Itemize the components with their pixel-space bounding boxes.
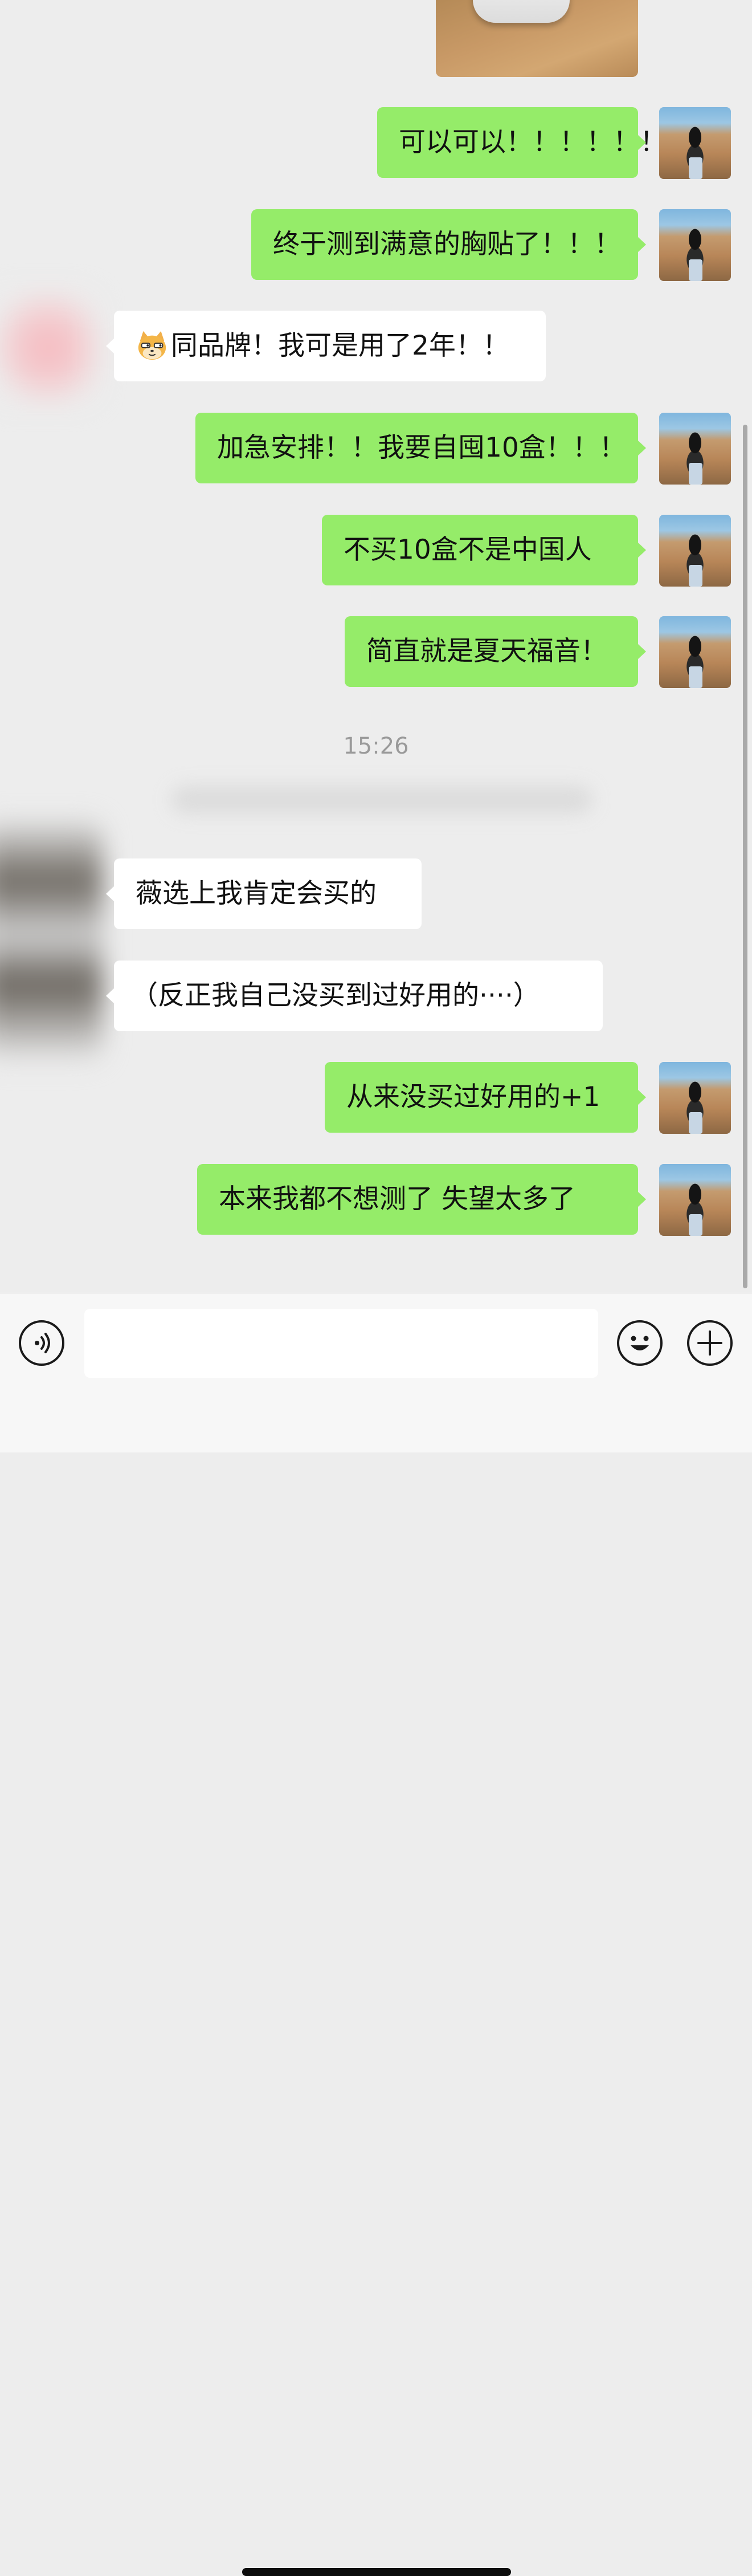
my-message-bubble[interactable]: 从来没买过好用的+1 (325, 1062, 646, 1133)
my-avatar[interactable] (659, 413, 731, 485)
shared-photo[interactable] (436, 0, 638, 77)
home-indicator[interactable] (242, 2568, 511, 2576)
message-text: 薇选上我肯定会买的 (136, 878, 377, 909)
smiley-icon[interactable] (617, 1320, 663, 1366)
message-text: （反正我自己没买到过好用的····） (131, 980, 540, 1011)
my-message-bubble[interactable]: 可以可以！！！！！！ (377, 107, 667, 178)
message-text: 不买10盒不是中国人 (344, 534, 592, 565)
plus-icon[interactable] (687, 1320, 733, 1366)
message-input[interactable] (84, 1309, 598, 1378)
scrollbar[interactable] (743, 425, 747, 1288)
message-text: 从来没买过好用的+1 (346, 1081, 600, 1113)
cat-emoji-icon (138, 331, 166, 360)
my-avatar[interactable] (659, 107, 731, 179)
my-message-bubble[interactable]: 本来我都不想测了 失望太多了 (197, 1164, 646, 1235)
their-message-bubble[interactable]: 同品牌！我可是用了2年！！ (106, 311, 546, 381)
message-text: 简直就是夏天福音！ (366, 636, 607, 667)
my-avatar[interactable] (659, 1164, 731, 1236)
their-message-bubble[interactable]: 薇选上我肯定会买的 (106, 858, 422, 929)
contact-avatar[interactable] (0, 821, 103, 1060)
blurred-system-message (171, 786, 592, 814)
message-text: 本来我都不想测了 失望太多了 (219, 1183, 575, 1215)
their-message-bubble[interactable]: （反正我自己没买到过好用的····） (106, 961, 603, 1031)
voice-icon[interactable] (19, 1320, 64, 1366)
message-text: 同品牌！我可是用了2年！！ (171, 330, 509, 361)
message-text: 加急安排！！我要自囤10盒！！！ (217, 432, 626, 463)
message-text: 终于测到满意的胸贴了！！！ (273, 229, 621, 260)
my-avatar[interactable] (659, 616, 731, 688)
my-message-bubble[interactable]: 加急安排！！我要自囤10盒！！！ (195, 413, 646, 483)
contact-avatar[interactable] (0, 294, 97, 402)
my-message-bubble[interactable]: 简直就是夏天福音！ (345, 616, 646, 687)
my-message-bubble[interactable]: 终于测到满意的胸贴了！！！ (251, 209, 646, 280)
product-image (473, 0, 570, 23)
my-avatar[interactable] (659, 209, 731, 281)
my-avatar[interactable] (659, 1062, 731, 1134)
my-avatar[interactable] (659, 515, 731, 587)
input-bar (0, 1293, 752, 2576)
message-text: 可以可以！！！！！！ (399, 127, 667, 158)
timestamp: 15:26 (343, 733, 409, 759)
my-message-bubble[interactable]: 不买10盒不是中国人 (322, 515, 646, 585)
